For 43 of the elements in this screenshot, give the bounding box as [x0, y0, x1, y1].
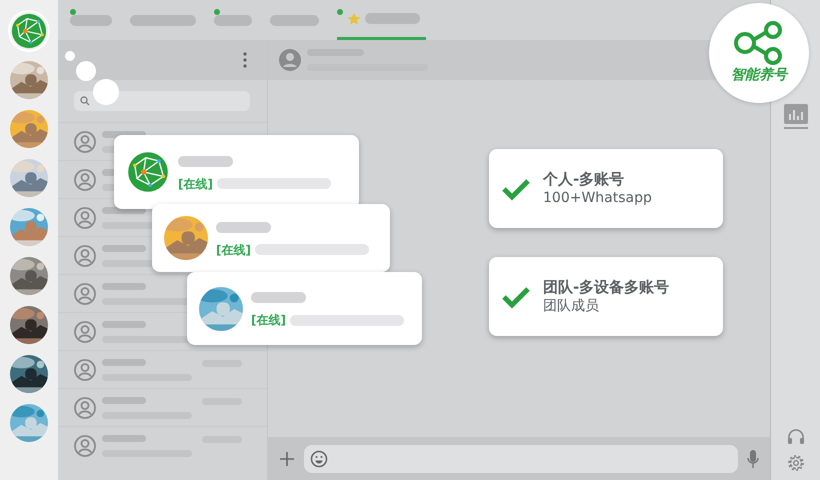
placeholder-bar [102, 320, 146, 328]
bubbles-drawing [65, 51, 120, 106]
plus-icon[interactable] [278, 450, 296, 468]
avatar-icon [74, 206, 96, 228]
avatar-icon [74, 282, 96, 304]
message-field[interactable] [304, 444, 738, 472]
feature-subtitle: 团队成员 [543, 297, 600, 316]
chart-icon[interactable] [784, 104, 808, 130]
placeholder-bar [178, 156, 233, 166]
placeholder-bar [216, 222, 271, 232]
badge-label: 智能养号 [731, 66, 787, 84]
status-label: [在线] [251, 312, 286, 329]
avatar-icon [74, 168, 96, 190]
avatar-icon [74, 130, 96, 152]
placeholder-bar [102, 358, 146, 366]
avatar-icon [74, 320, 96, 342]
check-icon [501, 284, 531, 308]
placeholder-bar [102, 282, 146, 290]
emoji-icon[interactable] [310, 450, 328, 468]
headset-icon[interactable] [786, 428, 804, 446]
avatar-icon [279, 49, 301, 71]
feature-title: 团队-多设备多账号 [543, 278, 670, 298]
more-icon[interactable] [243, 52, 247, 68]
logo-icon [126, 150, 170, 194]
feature-title: 个人-多账号 [543, 170, 626, 190]
search-field[interactable] [74, 91, 250, 111]
logo-icon[interactable] [10, 12, 48, 50]
placeholder-bar [102, 434, 146, 442]
status-label: [在线] [178, 176, 213, 192]
star-icon [347, 12, 361, 26]
feature-subtitle: 100+Whatsapp [543, 189, 652, 208]
placeholder-bar [102, 396, 146, 404]
search-icon [80, 96, 90, 106]
avatar-icon [74, 244, 96, 266]
microphone-icon[interactable] [746, 448, 760, 468]
settings-icon[interactable] [786, 454, 804, 472]
placeholder-bar [102, 244, 146, 252]
avatar-icon [74, 358, 96, 380]
placeholder-bar [251, 292, 306, 303]
avatar-icon [74, 434, 96, 456]
avatar-icon [74, 396, 96, 418]
status-label: [在线] [216, 242, 251, 258]
check-icon [501, 176, 531, 200]
